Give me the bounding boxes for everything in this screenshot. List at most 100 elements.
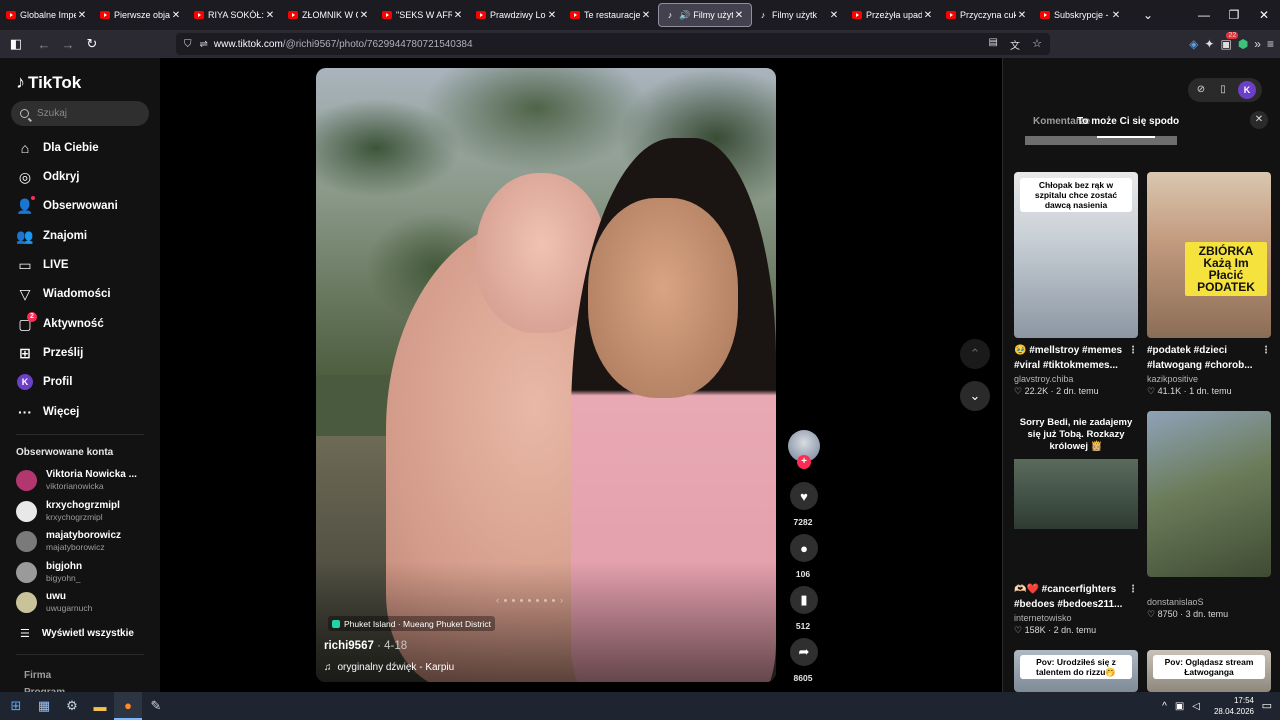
tab-list-chevron-icon[interactable]: ⌄ xyxy=(1132,0,1164,30)
sidebar-item-more[interactable]: ··· Więcej xyxy=(16,402,79,422)
next-post-chevron-down-icon[interactable]: ⌄ xyxy=(960,381,990,411)
tab-close-icon[interactable]: ✕ xyxy=(828,10,840,21)
followed-account[interactable]: uwu uwugarnuch xyxy=(16,591,92,613)
carousel-indicator[interactable]: ‹ › xyxy=(496,595,563,605)
video-author[interactable]: donstanislaoS xyxy=(1147,597,1271,607)
browser-tab[interactable]: Pierwsze objawy✕ xyxy=(94,3,188,27)
browser-tab[interactable]: Te restauracje p✕ xyxy=(564,3,658,27)
video-thumbnail[interactable]: Chłopak bez rąk w szpitalu chce zostać d… xyxy=(1014,172,1138,338)
tab-close-icon[interactable]: ✕ xyxy=(640,10,652,21)
browser-tab[interactable]: Subskrypcje - Yo✕ xyxy=(1034,3,1128,27)
steam-icon[interactable]: ⚙ xyxy=(58,692,86,720)
carousel-next-icon[interactable]: › xyxy=(560,595,563,605)
suggested-video-card[interactable]: Pov: Oglądasz stream Łatwoganga xyxy=(1147,650,1271,692)
video-thumbnail[interactable] xyxy=(1147,411,1271,577)
search-input[interactable]: Szukaj xyxy=(11,101,149,126)
sidebar-item-messages[interactable]: ▽ Wiadomości xyxy=(16,284,111,304)
tab-close-icon[interactable]: ✕ xyxy=(358,10,370,21)
comment-icon[interactable]: ● xyxy=(790,534,818,562)
user-avatar[interactable]: K xyxy=(1238,81,1256,99)
browser-tab[interactable]: ♪ 🔊 Filmy użyt ✕ xyxy=(658,3,752,27)
tiktok-logo[interactable]: ♪ TikTok xyxy=(16,72,81,93)
url-bar[interactable]: ⛉ ⇌ www.tiktok.com/@richi9567/photo/7629… xyxy=(176,33,1050,55)
reader-view-icon[interactable]: ▤ xyxy=(989,37,998,48)
post-author[interactable]: richi9567 · 4-18 xyxy=(324,640,407,652)
video-author[interactable]: glavstroy.chiba xyxy=(1014,374,1138,384)
windows-start-icon[interactable]: ⊞ xyxy=(2,692,30,720)
browser-tab[interactable]: Przyczyna cukrz✕ xyxy=(940,3,1034,27)
previous-post-chevron-up-icon[interactable]: ⌃ xyxy=(960,339,990,369)
video-author[interactable]: kazikpositive xyxy=(1147,374,1271,384)
translate-icon[interactable]: 文 xyxy=(1010,37,1020,52)
video-thumbnail[interactable]: Pov: Oglądasz stream Łatwoganga xyxy=(1147,650,1271,692)
followed-account[interactable]: majatyborowicz majatyborowicz xyxy=(16,530,121,552)
tab-close-icon[interactable]: ✕ xyxy=(76,10,88,21)
tray-chevron-icon[interactable]: ^ xyxy=(1162,701,1167,712)
followed-account[interactable]: bigjohn bigyohn_ xyxy=(16,561,82,583)
tab-close-icon[interactable]: ✕ xyxy=(1110,10,1122,21)
share-icon[interactable]: ➦ xyxy=(790,638,818,666)
shield-icon[interactable]: ⛉ xyxy=(184,39,192,50)
location-chip[interactable]: Phuket Island · Mueang Phuket District xyxy=(328,616,495,631)
tab-close-icon[interactable]: ✕ xyxy=(264,10,276,21)
browser-tab[interactable]: Globalne Imperi✕ xyxy=(0,3,94,27)
overflow-chevron-icon[interactable]: » xyxy=(1254,37,1261,51)
extensions-puzzle-icon[interactable]: ✦ xyxy=(1204,37,1214,51)
suggested-video-card[interactable]: donstanislaoS ♡ 8750 · 3 dn. temu xyxy=(1147,411,1271,620)
minimize-button[interactable]: — xyxy=(1188,0,1220,30)
extension-counter-icon[interactable]: ▣ 22 xyxy=(1220,32,1239,51)
video-author[interactable]: internetowisko xyxy=(1014,613,1138,623)
tab-close-icon[interactable]: ✕ xyxy=(922,10,934,21)
suggested-video-card[interactable]: Sorry Bedi, nie zadajemy się już Tobą. R… xyxy=(1014,411,1138,636)
carousel-dot[interactable] xyxy=(536,598,539,602)
browser-tab[interactable]: ZŁOMNIK W CH✕ xyxy=(282,3,376,27)
close-window-button[interactable]: ✕ xyxy=(1248,0,1280,30)
sidebar-item-following[interactable]: 👤 Obserwowani xyxy=(16,196,118,216)
browser-tab[interactable]: Prawdziwy Lom✕ xyxy=(470,3,564,27)
app-icon[interactable]: ✎ xyxy=(142,692,170,720)
reload-icon[interactable]: ↻ xyxy=(80,32,104,56)
compass-icon[interactable]: ⊘ xyxy=(1194,83,1208,97)
carousel-dot[interactable] xyxy=(520,598,523,602)
video-thumbnail[interactable]: Pov: Urodziłeś się z talentem do rizzu🤭 xyxy=(1014,650,1138,692)
bookmark-star-icon[interactable]: ☆ xyxy=(1032,37,1042,50)
url-text[interactable]: www.tiktok.com/@richi9567/photo/76299447… xyxy=(214,39,473,50)
adblock-shield-icon[interactable]: ⬢ xyxy=(1238,37,1248,51)
bookmark-icon[interactable]: ▮ xyxy=(790,586,818,614)
taskbar-clock[interactable]: 17:54 28.04.2026 xyxy=(1214,695,1254,717)
device-icon[interactable]: ▯ xyxy=(1216,83,1230,97)
firefox-icon[interactable]: ● xyxy=(114,692,142,720)
see-all-button[interactable]: ☰ Wyświetl wszystkie xyxy=(20,627,134,640)
sidebar-item-live[interactable]: ▭ LIVE xyxy=(16,255,68,275)
carousel-dot[interactable] xyxy=(512,598,515,602)
followed-account[interactable]: Viktoria Nowicka ... viktorianowicka xyxy=(16,469,137,491)
sidebar-item-upload[interactable]: ⊞ Prześlij xyxy=(16,343,83,363)
browser-tab[interactable]: ♪ Filmy użytk ✕ xyxy=(752,3,846,27)
more-options-icon[interactable]: ⋮ xyxy=(1128,582,1138,597)
suggested-video-card[interactable]: Pov: Urodziłeś się z talentem do rizzu🤭 xyxy=(1014,650,1138,692)
video-caption[interactable]: 🥹 #mellstroy #memes #viral #tiktokmemes.… xyxy=(1014,343,1138,373)
video-caption[interactable]: 🫶🏻❤️ #cancerfighters #bedoes #bedoes211.… xyxy=(1014,582,1138,612)
volume-icon[interactable]: ◁ xyxy=(1192,701,1200,712)
monitor-app-icon[interactable]: ▦ xyxy=(30,692,58,720)
sidebar-item-friends[interactable]: 👥 Znajomi xyxy=(16,226,87,246)
more-options-icon[interactable]: ⋮ xyxy=(1261,343,1271,358)
sidebar-toggle-icon[interactable]: ◧ xyxy=(4,32,28,56)
photo-post[interactable]: ‹ › Phuket Island · Mueang Phuket Distri… xyxy=(316,68,776,682)
carousel-dot[interactable] xyxy=(552,598,555,602)
browser-tab[interactable]: Przeżyła upadek✕ xyxy=(846,3,940,27)
sidebar-item-home[interactable]: ⌂ Dla Ciebie xyxy=(16,138,99,158)
follow-plus-icon[interactable]: + xyxy=(797,455,811,469)
file-explorer-icon[interactable]: ▬ xyxy=(86,692,114,720)
like-heart-icon[interactable]: ♥ xyxy=(790,482,818,510)
audio-playing-icon[interactable]: 🔊 xyxy=(679,10,690,21)
permissions-icon[interactable]: ⇌ xyxy=(200,39,208,50)
extension-shield-icon[interactable]: ◈ xyxy=(1189,37,1198,51)
footer-link-company[interactable]: Firma xyxy=(24,670,51,681)
carousel-dot[interactable] xyxy=(528,598,531,602)
tab-close-icon[interactable]: ✕ xyxy=(733,10,745,21)
browser-tab[interactable]: "SEKS W AFRYC✕ xyxy=(376,3,470,27)
followed-account[interactable]: krxychogrzmipl krxychogrzmipl xyxy=(16,500,120,522)
tab-close-icon[interactable]: ✕ xyxy=(170,10,182,21)
browser-tab[interactable]: RIYA SOKÓŁ: wy✕ xyxy=(188,3,282,27)
